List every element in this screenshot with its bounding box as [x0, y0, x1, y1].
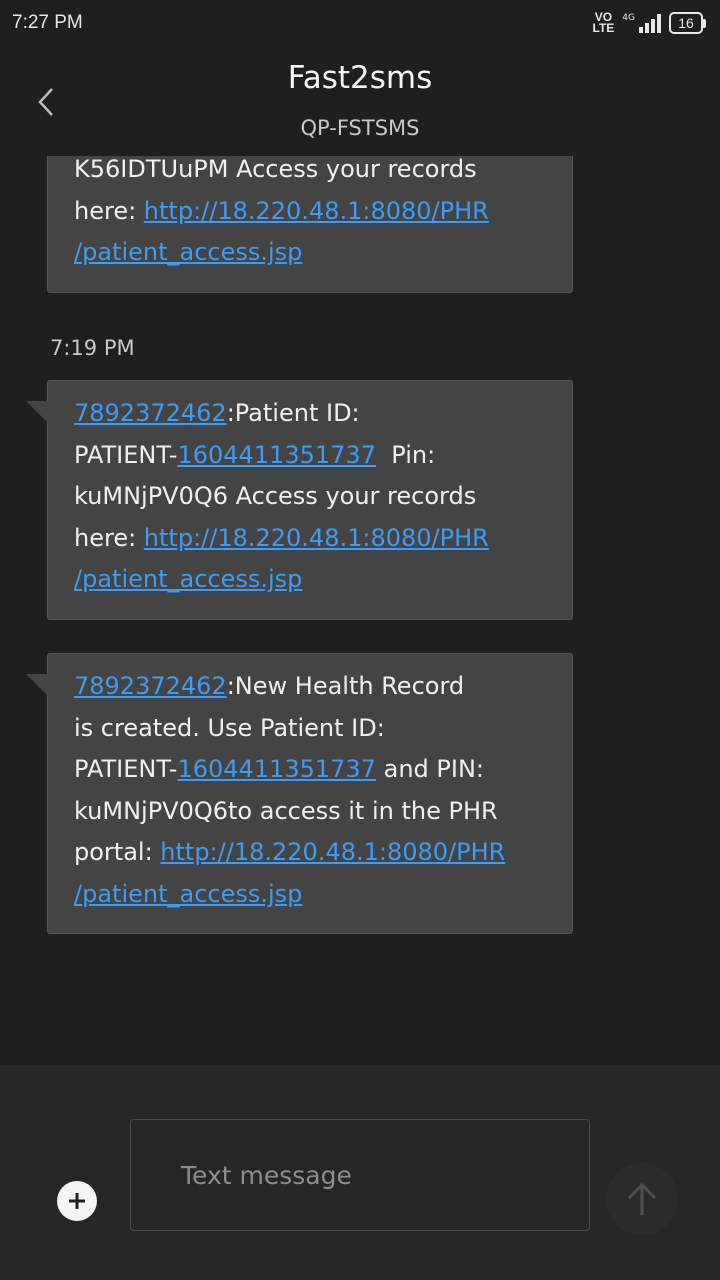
composer-bar: Text message: [0, 1066, 720, 1280]
add-attachment-button[interactable]: [57, 1181, 97, 1221]
message-text: :New Health Record: [226, 672, 465, 700]
message-list[interactable]: K56IDTUuPM Access your records here: http…: [0, 156, 720, 1066]
message-line: /patient_access.jsp: [74, 232, 546, 274]
message-bubble[interactable]: K56IDTUuPM Access your records here: http…: [47, 156, 573, 293]
message-link[interactable]: http://18.220.48.1:8080/PHR: [144, 197, 489, 225]
message-line: here: http://18.220.48.1:8080/PHR: [74, 191, 546, 233]
message-link[interactable]: /patient_access.jsp: [74, 880, 302, 908]
message-link[interactable]: http://18.220.48.1:8080/PHR: [144, 524, 489, 552]
message-text: portal:: [74, 838, 161, 866]
message-line: PATIENT-1604411351737 Pin:: [74, 435, 546, 477]
message-link[interactable]: http://18.220.48.1:8080/PHR: [160, 838, 505, 866]
battery-level: 16: [669, 12, 703, 34]
status-bar: 7:27 PM VO LTE 4G 16: [0, 0, 720, 46]
network-type: 4G: [622, 13, 635, 23]
message-link[interactable]: 7892372462: [74, 399, 227, 427]
message-text: here:: [74, 196, 144, 225]
message-line: portal: http://18.220.48.1:8080/PHR: [74, 832, 546, 874]
signal-icon: 4G: [622, 13, 661, 33]
message-line: kuMNjPV0Q6to access it in the PHR: [74, 791, 546, 833]
battery-icon: 16: [669, 12, 706, 34]
message-link[interactable]: /patient_access.jsp: [74, 238, 302, 266]
message-bubble[interactable]: 7892372462:New Health Record is created. …: [26, 653, 573, 934]
status-icons: VO LTE 4G 16: [592, 11, 706, 35]
message-text: Pin:: [375, 440, 436, 469]
conversation-header: Fast2sms QP-FSTSMS: [0, 46, 720, 156]
arrow-up-icon: [627, 1182, 657, 1215]
message-line: PATIENT-1604411351737 and PIN:: [74, 749, 546, 791]
message-text: K56IDTUuPM Access your records: [74, 156, 477, 183]
message-text: is created. Use Patient ID:: [74, 713, 385, 742]
message-line: here: http://18.220.48.1:8080/PHR: [74, 518, 546, 560]
status-time: 7:27 PM: [12, 12, 83, 33]
message-line: is created. Use Patient ID:: [74, 708, 546, 750]
message-link[interactable]: 1604411351737: [177, 441, 376, 469]
message-line: kuMNjPV0Q6 Access your records: [74, 476, 546, 518]
message-text: PATIENT-: [74, 440, 178, 469]
volte-icon: VO LTE: [592, 11, 615, 35]
send-button[interactable]: [606, 1163, 678, 1235]
message-text: kuMNjPV0Q6 Access your records: [74, 482, 477, 510]
message-line: 7892372462:New Health Record: [74, 666, 546, 708]
message-line: /patient_access.jsp: [74, 874, 546, 916]
contact-name: Fast2sms: [287, 60, 433, 96]
sender-id: QP-FSTSMS: [300, 116, 420, 140]
message-input[interactable]: Text message: [130, 1119, 590, 1231]
message-link[interactable]: 1604411351737: [177, 755, 376, 783]
message-line: /patient_access.jsp: [74, 559, 546, 601]
message-link[interactable]: /patient_access.jsp: [74, 565, 302, 593]
message-text: PATIENT-: [74, 755, 178, 783]
message-line: K56IDTUuPM Access your records: [74, 156, 546, 191]
volte-bottom-label: LTE: [592, 21, 615, 35]
message-text: and PIN:: [375, 755, 484, 783]
message-input-placeholder: Text message: [181, 1160, 352, 1190]
time-separator: 7:19 PM: [50, 336, 135, 360]
plus-icon: [69, 1193, 85, 1209]
message-bubble[interactable]: 7892372462:Patient ID: PATIENT-1604411351…: [26, 380, 573, 620]
message-link[interactable]: 7892372462: [74, 672, 227, 700]
message-line: 7892372462:Patient ID:: [74, 393, 546, 435]
message-text: here:: [74, 523, 144, 552]
message-text: kuMNjPV0Q6to access it in the PHR: [74, 796, 498, 825]
message-text: :Patient ID:: [226, 399, 360, 427]
